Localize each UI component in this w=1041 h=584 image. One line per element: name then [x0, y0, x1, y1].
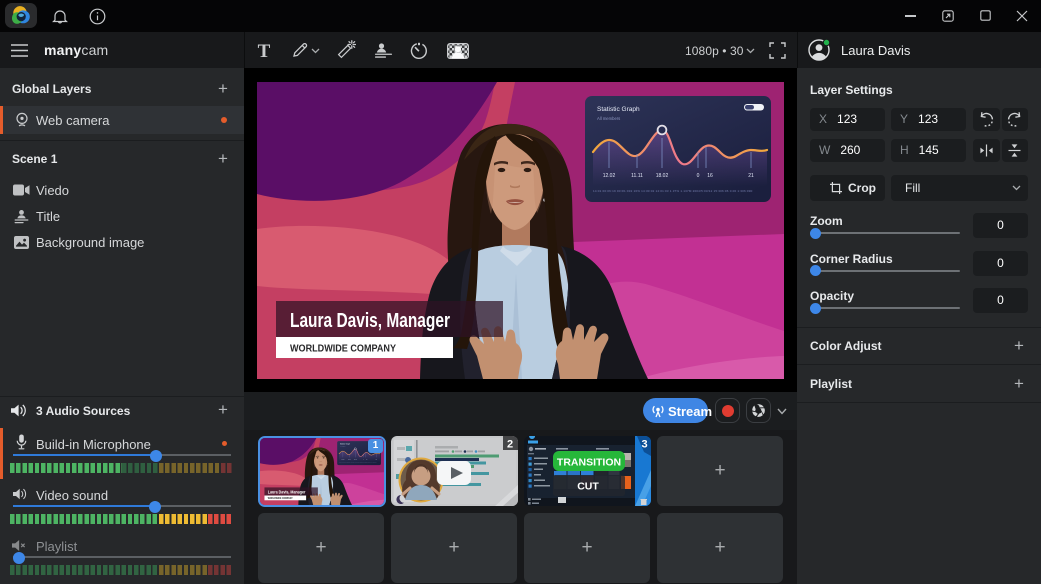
svg-text:WORLDWIDE COMPANY: WORLDWIDE COMPANY [290, 343, 396, 355]
svg-text:TRANSITION: TRANSITION [557, 457, 621, 469]
svg-text:2: 2 [507, 439, 513, 451]
svg-text:11.11: 11.11 [631, 173, 643, 179]
svg-text:0: 0 [697, 173, 700, 179]
svg-text:CUT: CUT [577, 481, 599, 493]
svg-text:12.02: 12.02 [603, 173, 616, 179]
svg-text:All members: All members [597, 116, 620, 121]
svg-text:18.02: 18.02 [656, 173, 669, 179]
svg-text:3: 3 [641, 439, 647, 451]
svg-text:Statistic Graph: Statistic Graph [597, 106, 640, 113]
svg-text:14:01 00:06:19 00:R1:032 16: 14:01 00:06:19 00:R1:032 16% 14:30:02 14… [593, 189, 753, 193]
svg-text:16: 16 [707, 173, 713, 179]
svg-text:Laura Davis, Manager: Laura Davis, Manager [290, 310, 450, 332]
svg-text:21: 21 [748, 173, 754, 179]
